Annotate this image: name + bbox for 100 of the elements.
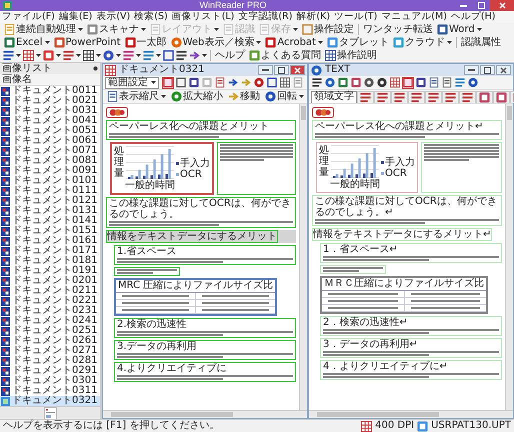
tool-button[interactable] — [253, 76, 265, 88]
menu-item[interactable]: マニュアル(M) — [379, 11, 449, 23]
toolbar-button[interactable]: 連続自動処理 — [2, 23, 85, 36]
image-list-item[interactable]: ドキュメント0271 — [0, 346, 100, 356]
image-list-item[interactable]: ドキュメント0261 — [0, 336, 100, 346]
toolbar-button[interactable]: スキャナ — [85, 23, 148, 36]
text-region[interactable]: ペーパーレス化への課題とメリット — [106, 120, 296, 140]
menu-item[interactable]: ファイル(F) — [0, 11, 57, 23]
attribute-button[interactable] — [188, 49, 208, 62]
image-list-item[interactable]: ドキュメント0081 — [0, 156, 100, 166]
tool-button[interactable]: 拡大縮小 — [169, 90, 225, 103]
image-list-item[interactable]: ドキュメント0241 — [0, 316, 100, 326]
menu-item[interactable]: 表示(V) — [94, 11, 132, 23]
image-list-item[interactable]: ドキュメント0201 — [0, 276, 100, 286]
app-button[interactable]: 一太郎 — [122, 36, 169, 49]
table[interactable]: MRC 圧縮によりファイルサイズ比 — [114, 278, 278, 316]
tab[interactable] — [408, 90, 425, 102]
tool-button[interactable] — [441, 76, 453, 88]
tab[interactable] — [459, 90, 476, 102]
text-region[interactable]: 2.検索の迅速性 — [114, 318, 296, 338]
menu-item[interactable]: ツール(T) — [332, 11, 380, 23]
range-dropdown[interactable]: 範囲設定 — [105, 76, 159, 88]
app-button[interactable]: Web表示／検索 — [168, 36, 264, 49]
text-region[interactable]: 3．データの再利用↵ — [320, 338, 502, 358]
image-list-item[interactable]: ドキュメント0121 — [0, 196, 100, 206]
image-list-item[interactable]: ドキュメント0051 — [0, 126, 100, 136]
menu-item[interactable]: 文字認識(R) — [236, 11, 294, 23]
text-region[interactable]: ペーパーレス化への課題とメリット↵ — [312, 120, 502, 140]
image-list-item[interactable]: ドキュメント0301 — [0, 376, 100, 386]
image-list-item[interactable]: ドキュメント0131 — [0, 206, 100, 216]
attribute-button[interactable] — [62, 49, 82, 62]
attribute-button[interactable] — [122, 49, 142, 62]
tab[interactable] — [357, 90, 374, 102]
image-list-item[interactable]: ドキュメント0111 — [0, 186, 100, 196]
image-list-item[interactable]: ドキュメント0141 — [0, 216, 100, 226]
table[interactable]: ＭＲＣ圧縮によりファイルサイズ比 — [320, 276, 488, 314]
app-button[interactable]: Excel — [2, 36, 52, 49]
section-heading[interactable]: 情報をテキストデータにするメリット↵ — [312, 228, 492, 241]
tool-button[interactable]: 回転 — [263, 90, 306, 103]
text-region[interactable] — [114, 267, 180, 276]
attribute-button[interactable] — [142, 49, 162, 62]
text-region[interactable] — [217, 142, 296, 195]
minimize-button[interactable] — [258, 65, 273, 75]
tab[interactable] — [493, 90, 510, 102]
image-list-item[interactable]: ドキュメント0021 — [0, 96, 100, 106]
tab[interactable]: 領域文字 — [311, 90, 357, 102]
image-list-item[interactable]: ドキュメント0091 — [0, 166, 100, 176]
attribute-button[interactable] — [22, 49, 42, 62]
attribute-button[interactable] — [162, 49, 175, 62]
tool-button[interactable]: 表示縮尺 — [105, 90, 168, 103]
horizontal-scrollbar[interactable] — [309, 410, 513, 418]
tab[interactable] — [391, 90, 408, 102]
attribute-button[interactable] — [102, 49, 122, 62]
tool-button[interactable] — [188, 76, 200, 88]
text-region[interactable]: 1.省スペース — [114, 245, 296, 265]
section-heading[interactable]: 情報をテキストデータにするメリット — [106, 230, 278, 243]
help-button[interactable]: よくある質問 — [247, 49, 323, 62]
image-list-item[interactable]: ドキュメント0181 — [0, 256, 100, 266]
horizontal-scrollbar[interactable] — [103, 410, 307, 418]
chart-frame[interactable]: 処理量 一般的時間 手入力 OCR — [316, 142, 418, 193]
app-button[interactable]: クラウド — [390, 36, 454, 49]
image-list-item[interactable]: ドキュメント0161 — [0, 236, 100, 246]
image-list-item[interactable]: ドキュメント0071 — [0, 146, 100, 156]
attribute-button[interactable] — [2, 49, 22, 62]
minimize-button[interactable] — [464, 65, 479, 75]
image-list-item[interactable]: ドキュメント0041 — [0, 116, 100, 126]
app-button[interactable]: Word — [435, 23, 484, 36]
vertical-scrollbar[interactable] — [505, 104, 513, 410]
tool-button[interactable] — [175, 76, 187, 88]
tab[interactable] — [425, 90, 442, 102]
menu-item[interactable]: 編集(E) — [56, 11, 94, 23]
image-list-item[interactable]: ドキュメント0211 — [0, 286, 100, 296]
image-list-item[interactable]: ドキュメント0171 — [0, 246, 100, 256]
tool-button[interactable] — [279, 76, 291, 88]
tool-button[interactable] — [363, 76, 375, 88]
image-list-item[interactable]: ドキュメント0221 — [0, 296, 100, 306]
text-region[interactable]: この様な課題に対してOCRは、何ができるのでしょう。 — [106, 197, 296, 228]
menu-item[interactable]: 画像リスト(L) — [170, 11, 236, 23]
text-region[interactable]: この様な課題に対してOCRは、何ができるのでしょう。↵ — [312, 195, 502, 226]
chart-frame[interactable]: 処理量 一般的時間 手入力 OCR — [110, 142, 214, 195]
tool-button[interactable] — [311, 76, 323, 88]
image-list-item[interactable]: ドキュメント0281 — [0, 356, 100, 366]
attribute-button[interactable] — [42, 49, 62, 62]
image-list-item[interactable]: ドキュメント0031 — [0, 106, 100, 116]
toolbar-button[interactable]: 操作設定 — [300, 23, 356, 36]
column-header[interactable]: 画像名 — [0, 74, 100, 86]
tab[interactable] — [476, 90, 493, 102]
app-button[interactable]: PowerPoint — [52, 36, 123, 49]
tool-button[interactable] — [376, 76, 388, 88]
text-region[interactable] — [320, 265, 386, 274]
close-button[interactable] — [490, 0, 514, 11]
attribute-button[interactable] — [175, 49, 188, 62]
tool-button[interactable] — [266, 76, 278, 88]
tool-button[interactable] — [428, 76, 440, 88]
text-region[interactable]: 3.データの再利用 — [114, 340, 296, 360]
tab[interactable] — [442, 90, 459, 102]
attribute-button[interactable] — [82, 49, 102, 62]
image-list-item[interactable]: ドキュメント0101 — [0, 176, 100, 186]
image-list-item[interactable]: ドキュメント0321 — [0, 396, 100, 406]
app-button[interactable]: タブレット — [324, 36, 391, 49]
